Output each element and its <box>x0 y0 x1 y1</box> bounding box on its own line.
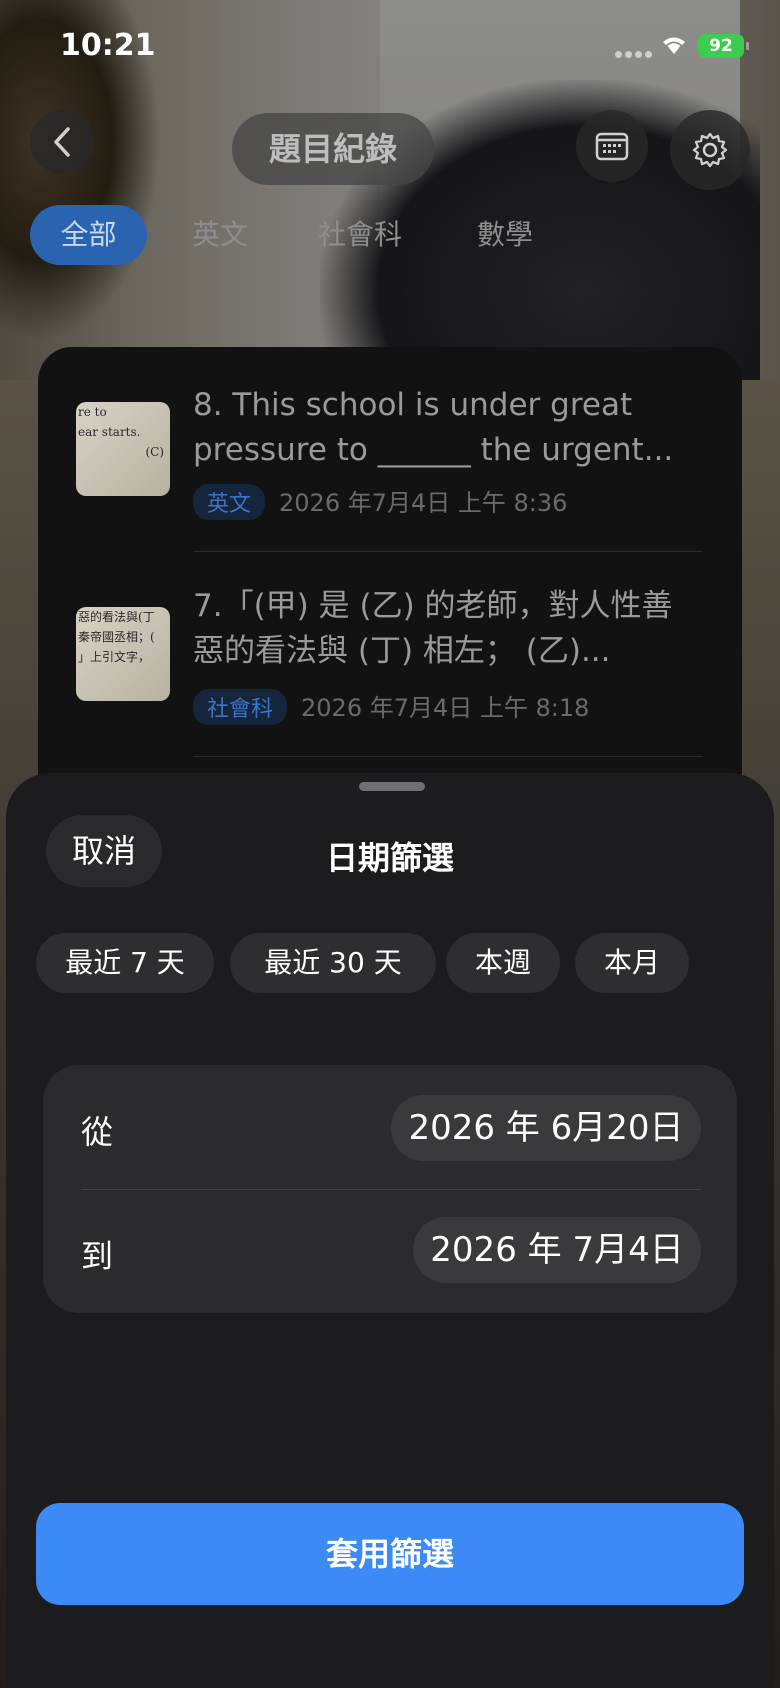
status-bar: 10:21 92 <box>0 0 780 92</box>
page-title: 題目紀錄 <box>232 113 434 185</box>
back-button[interactable] <box>30 110 94 174</box>
cellular-signal-icon <box>615 43 655 58</box>
sheet-grabber[interactable] <box>359 782 425 791</box>
from-date-picker[interactable]: 2026 年 6月20日 <box>391 1095 701 1161</box>
calendar-filter-button[interactable] <box>576 110 648 182</box>
to-date-picker[interactable]: 2026 年 7月4日 <box>413 1217 701 1283</box>
thumbnail-text: (C) <box>145 445 164 459</box>
chevron-left-icon <box>54 127 70 157</box>
tab-math[interactable]: 數學 <box>450 205 560 265</box>
apply-filter-button[interactable]: 套用篩選 <box>36 1503 744 1605</box>
tab-all[interactable]: 全部 <box>30 205 147 265</box>
to-label: 到 <box>81 1237 114 1275</box>
date-range-card: 從 2026 年 6月20日 到 2026 年 7月4日 <box>43 1065 737 1313</box>
subject-tag: 社會科 <box>193 689 288 725</box>
settings-button[interactable] <box>670 110 750 190</box>
range-divider <box>81 1189 701 1190</box>
preset-this-month[interactable]: 本月 <box>575 933 689 993</box>
question-thumbnail: 惡的看法與(丁 秦帝國丞相；( 」上引文字， <box>76 607 170 701</box>
question-list: re to ear starts. (C) 8. This school is … <box>38 347 742 807</box>
subject-tag: 英文 <box>193 484 266 520</box>
date-filter-sheet: 取消 日期篩選 最近 7 天 最近 30 天 本週 本月 從 2026 年 6月… <box>6 773 774 1688</box>
wifi-icon <box>659 32 689 58</box>
preset-this-week[interactable]: 本週 <box>446 933 560 993</box>
tab-social-studies[interactable]: 社會科 <box>290 205 430 265</box>
preset-last-30-days[interactable]: 最近 30 天 <box>230 933 436 993</box>
thumbnail-text: ear starts. <box>78 425 141 439</box>
thumbnail-text: re to <box>78 405 107 419</box>
question-meta: 英文 2026 年7月4日 上午 8:36 <box>193 483 567 520</box>
question-thumbnail: re to ear starts. (C) <box>76 402 170 496</box>
question-row[interactable]: 惡的看法與(丁 秦帝國丞相；( 」上引文字， 7.「(甲) 是 (乙) 的老師，… <box>38 552 742 752</box>
thumbnail-text: 」上引文字， <box>78 650 151 664</box>
question-meta: 社會科 2026 年7月4日 上午 8:18 <box>193 688 589 725</box>
row-divider <box>193 756 703 757</box>
thumbnail-text: 秦帝國丞相；( <box>78 630 155 644</box>
question-text: 7.「(甲) 是 (乙) 的老師，對人性善惡的看法與 (丁) 相左； (乙)..… <box>193 588 673 669</box>
sheet-title: 日期篩選 <box>325 839 454 877</box>
calendar-icon <box>595 132 629 161</box>
from-label: 從 <box>81 1113 114 1151</box>
question-timestamp: 2026 年7月4日 上午 8:18 <box>301 694 590 722</box>
thumbnail-text: 惡的看法與(丁 <box>78 610 155 624</box>
question-text: 8. This school is under great pressure t… <box>193 387 674 468</box>
battery-icon: 92 <box>698 34 749 58</box>
preset-last-7-days[interactable]: 最近 7 天 <box>36 933 214 993</box>
question-timestamp: 2026 年7月4日 上午 8:36 <box>279 489 568 517</box>
question-row[interactable]: re to ear starts. (C) 8. This school is … <box>38 347 742 547</box>
status-time: 10:21 <box>60 28 156 63</box>
gear-icon <box>692 132 728 168</box>
tab-english[interactable]: 英文 <box>165 205 275 265</box>
